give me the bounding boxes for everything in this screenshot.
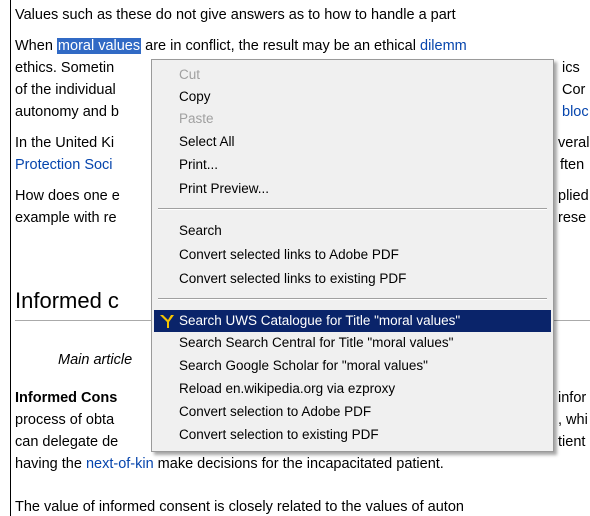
block-link[interactable]: bloc: [562, 103, 589, 121]
article-line-6-tail: veral: [558, 135, 590, 151]
menu-item-convert-selection-existing[interactable]: Convert selection to existing PDF: [154, 424, 551, 446]
article-line-13: having the next-of-kin make decisions fo…: [15, 455, 444, 473]
text-segment: are in conflict, the result may be an et…: [141, 38, 420, 54]
menu-item-reload-ezproxy[interactable]: Reload en.wikipedia.org via ezproxy: [154, 378, 551, 400]
menu-item-print-preview[interactable]: Print Preview...: [154, 178, 551, 200]
article-line-10-tail: infor: [558, 390, 587, 406]
selected-text[interactable]: moral values: [56, 38, 142, 54]
article-line-4-tail: Cor: [562, 82, 586, 98]
menu-item-convert-links-existing[interactable]: Convert selected links to existing PDF: [154, 268, 551, 290]
article-line-4: of the individual: [15, 82, 116, 98]
text-segment: having the: [15, 456, 86, 472]
article-line-1: Values such as these do not give answers…: [15, 7, 456, 23]
article-line-9: example with re: [15, 210, 117, 226]
dilemma-link[interactable]: dilemm: [420, 38, 467, 54]
article-line-3-tail: ics: [562, 60, 580, 76]
article-line-11: process of obta: [15, 412, 115, 428]
menu-item-search-uws[interactable]: Search UWS Catalogue for Title "moral va…: [154, 310, 551, 332]
article-line-12-tail: tient: [558, 434, 586, 450]
menu-item-search-central[interactable]: Search Search Central for Title "moral v…: [154, 332, 551, 354]
menu-item-select-all[interactable]: Select All: [154, 131, 551, 153]
next-of-kin-link[interactable]: next-of-kin: [86, 456, 154, 472]
menu-item-label: Search UWS Catalogue for Title "moral va…: [179, 313, 461, 328]
article-line-7-tail: ften: [560, 157, 585, 173]
context-menu[interactable]: Cut Copy Paste Select All Print... Print…: [151, 59, 554, 452]
menu-item-copy[interactable]: Copy: [154, 86, 551, 108]
article-line-8: How does one e: [15, 188, 120, 204]
menu-item-convert-selection-adobe[interactable]: Convert selection to Adobe PDF: [154, 401, 551, 423]
menu-item-print[interactable]: Print...: [154, 154, 551, 176]
menu-item-convert-links-adobe[interactable]: Convert selected links to Adobe PDF: [154, 244, 551, 266]
article-line-14: The value of informed consent is closely…: [15, 499, 464, 515]
menu-separator: [158, 208, 547, 210]
article-line-9-tail: rese: [558, 210, 587, 226]
article-page: Values such as these do not give answers…: [0, 0, 590, 516]
protection-society-link[interactable]: Protection Soci: [15, 156, 113, 174]
main-article-note: Main article: [58, 352, 133, 368]
text-segment: make decisions for the incapacitated pat…: [153, 456, 444, 472]
menu-item-cut: Cut: [179, 67, 201, 82]
section-heading: Informed c: [15, 288, 119, 313]
article-line-5: autonomy and b: [15, 104, 119, 120]
menu-item-search-scholar[interactable]: Search Google Scholar for "moral values": [154, 355, 551, 377]
article-line-10: Informed Cons: [15, 390, 118, 406]
page-left-border: [10, 0, 11, 516]
article-line-2: When moral values are in conflict, the r…: [15, 37, 467, 55]
article-line-8-tail: plied: [558, 188, 589, 204]
menu-item-paste: Paste: [179, 111, 214, 126]
article-line-12: can delegate de: [15, 434, 119, 450]
article-line-3: ethics. Sometin: [15, 60, 115, 76]
menu-item-search[interactable]: Search: [154, 220, 551, 242]
text-segment: When: [15, 38, 57, 54]
article-line-11-tail: , whi: [558, 412, 588, 428]
menu-separator: [158, 298, 547, 300]
uws-logo-icon: [160, 315, 174, 328]
article-line-6: In the United Ki: [15, 135, 115, 151]
